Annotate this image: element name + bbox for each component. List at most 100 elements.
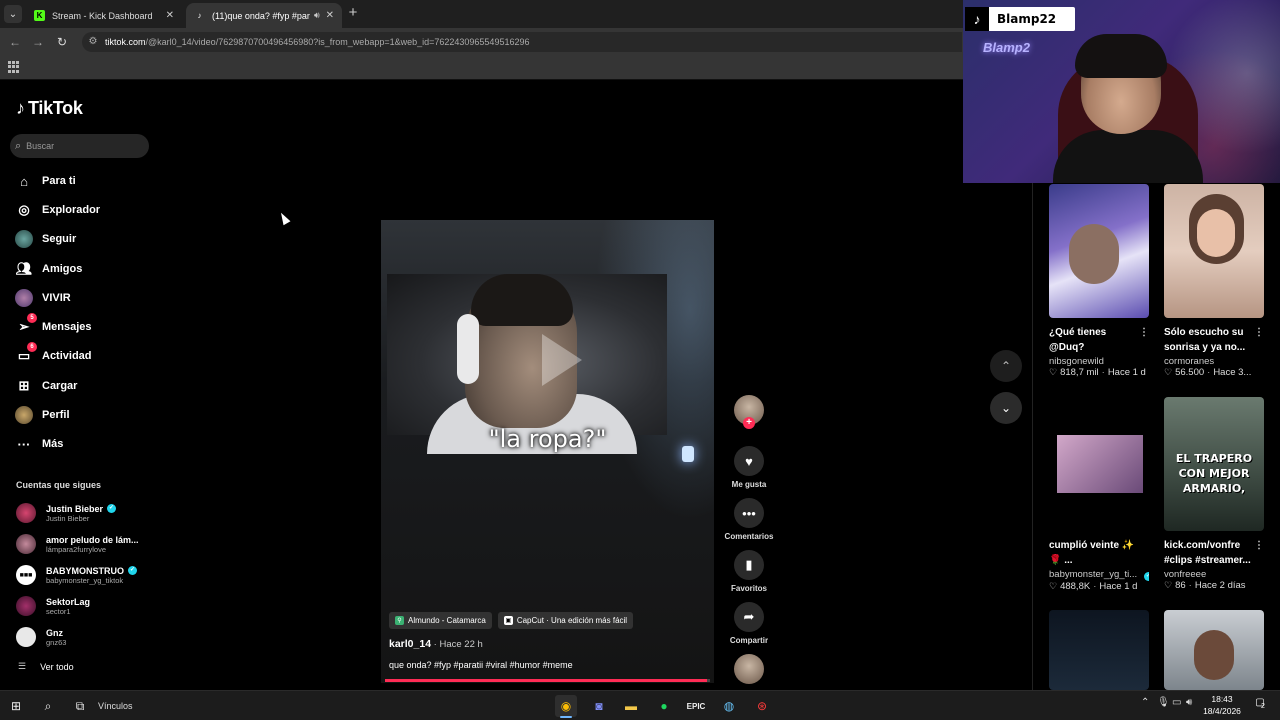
url-text[interactable]: tiktok.com/@karl0_14/video/7629870700496… <box>105 37 529 47</box>
taskbar-links-label[interactable]: Vínculos <box>98 701 133 711</box>
nav-profile[interactable]: Perfil <box>14 404 70 426</box>
follow-plus-icon[interactable]: + <box>743 417 755 429</box>
sound-disc-button[interactable] <box>720 654 778 684</box>
card-author[interactable]: cormoranes <box>1164 356 1264 367</box>
video-author[interactable]: karl0_14 · Hace 22 h <box>389 638 483 650</box>
recommended-video-card[interactable]: cumplió veinte ✨ 🌹 ... babymonster_yg_ti… <box>1049 397 1149 592</box>
discord-icon[interactable]: ◙ <box>588 695 610 717</box>
video-thumbnail[interactable] <box>1164 610 1264 690</box>
task-view-icon[interactable]: ⧉ <box>69 695 91 717</box>
video-thumbnail[interactable] <box>1049 610 1149 690</box>
video-player[interactable]: "la ropa?" ⚲ Almundo - Catamarca ▣ CapCu… <box>381 220 714 683</box>
account-name: Justin Bieber <box>46 503 104 514</box>
location-pill[interactable]: ⚲ Almundo - Catamarca <box>389 612 492 629</box>
play-icon[interactable] <box>542 334 582 386</box>
close-tab-icon[interactable]: ✕ <box>166 10 174 21</box>
nav-following[interactable]: Seguir <box>14 228 76 250</box>
volume-icon[interactable]: 🔊︎ <box>1186 697 1192 708</box>
bookmark-icon: ▮ <box>734 550 764 580</box>
activity-icon: ▭ 6 <box>14 342 37 366</box>
more-options-icon[interactable]: ⋮ <box>1254 538 1264 553</box>
tray-overflow-chevron-icon[interactable]: ⌃ <box>1141 697 1149 708</box>
search-icon[interactable]: ⌕ <box>37 695 59 717</box>
video-thumbnail[interactable] <box>1049 397 1149 531</box>
more-options-icon[interactable]: ⋮ <box>1139 325 1149 340</box>
site-settings-icon[interactable]: ⚙ <box>86 35 100 49</box>
profile-avatar-icon <box>15 406 33 424</box>
recommended-video-card[interactable]: ¿Qué tienes @Duq? ⋮ nibsgonewild ♡ 818,7 m… <box>1049 184 1149 378</box>
following-account[interactable]: SektorLag sector1 <box>16 596 90 616</box>
creator-avatar-button[interactable]: + <box>720 395 778 429</box>
tab-tiktok-video[interactable]: ♪ (11)que onda? #fyp #paratii 🔊︎ ✕ <box>186 3 342 28</box>
more-options-icon[interactable]: ⋮ <box>1254 325 1264 340</box>
search-box[interactable]: ⌕ <box>10 134 149 158</box>
recommended-video-card[interactable]: Sólo escucho su sonrisa y ya no... ⋮ corm… <box>1164 184 1264 378</box>
tab-kick-dashboard[interactable]: K Stream - Kick Dashboard ✕ <box>26 3 182 28</box>
reload-icon[interactable]: ↻ <box>53 33 71 51</box>
clock-time: 18:43 <box>1211 694 1233 704</box>
share-button[interactable]: ➦ Compartir <box>720 602 778 645</box>
nav-explore[interactable]: ◎ Explorador <box>14 199 100 221</box>
card-author[interactable]: vonfreeee <box>1164 569 1264 580</box>
tiktok-logo[interactable]: ♪ TikTok <box>16 98 83 119</box>
video-thumbnail[interactable] <box>1164 184 1264 318</box>
nav-live[interactable]: VIVIR <box>14 287 71 309</box>
nav-more[interactable]: ··· Más <box>14 433 64 455</box>
thumbnail-text: EL TRAPERO CON MEJOR ARMARIO, <box>1175 452 1253 495</box>
apps-grid-icon[interactable] <box>8 61 20 73</box>
next-video-button[interactable]: ⌄ <box>990 392 1022 424</box>
more-icon: ··· <box>17 436 31 452</box>
card-author[interactable]: nibsgonewild <box>1049 356 1149 367</box>
avatar <box>16 503 36 523</box>
location-label: Almundo - Catamarca <box>408 616 486 625</box>
nav-friends[interactable]: 👥︎ Amigos <box>14 258 83 280</box>
video-description[interactable]: que onda? #fyp #paratii #viral #humor #m… <box>389 660 573 670</box>
previous-video-button[interactable]: ⌃ <box>990 350 1022 382</box>
video-thumbnail[interactable] <box>1049 184 1149 318</box>
spotify-icon[interactable]: ● <box>653 695 675 717</box>
forward-arrow-icon[interactable]: → <box>29 33 47 51</box>
video-progress-bar[interactable] <box>385 679 710 682</box>
steam-icon[interactable]: ◍ <box>718 695 740 717</box>
windows-start-icon[interactable]: ⊞ <box>5 695 27 717</box>
nav-upload[interactable]: ⊞ Cargar <box>14 375 78 397</box>
comments-button[interactable]: ••• Comentarios <box>720 498 778 541</box>
card-author[interactable]: babymonster_yg_ti... ✓ <box>1049 569 1149 581</box>
home-icon: ⌂ <box>20 173 28 189</box>
network-icon[interactable]: ▭ <box>1172 697 1181 708</box>
notification-center-icon[interactable]: ▢ 2 <box>1252 697 1268 713</box>
nav-activity[interactable]: ▭ 6 Actividad <box>14 342 92 367</box>
search-icon: ⌕ <box>15 139 22 152</box>
card-title-text: cumplió veinte ✨ 🌹 ... <box>1049 540 1135 566</box>
speaker-icon[interactable]: 🔊︎ <box>314 10 320 21</box>
following-account[interactable]: Justin Bieber ✓ Justin Bieber <box>16 503 117 523</box>
epic-games-icon[interactable]: EPIC <box>685 695 707 717</box>
new-tab-button[interactable]: + <box>346 5 360 21</box>
recommended-video-card[interactable] <box>1049 610 1149 690</box>
chrome-icon[interactable]: ◉ <box>555 695 577 717</box>
see-all-button[interactable]: ☰ Ver todo <box>18 661 74 672</box>
close-tab-icon[interactable]: ✕ <box>326 10 334 21</box>
favorites-button[interactable]: ▮ Favoritos <box>720 550 778 593</box>
taskbar-clock[interactable]: 18:43 18/4/2026 <box>1196 693 1248 717</box>
video-thumbnail[interactable]: EL TRAPERO CON MEJOR ARMARIO, <box>1164 397 1264 531</box>
nav-for-you[interactable]: ⌂ Para ti <box>14 170 76 192</box>
tab-search-chevron-icon[interactable]: ⌄ <box>4 5 22 23</box>
file-explorer-icon[interactable]: ▬ <box>620 695 642 717</box>
obs-icon[interactable]: ⊛ <box>751 695 773 717</box>
microphone-icon[interactable]: 🎙︎ <box>1157 697 1170 708</box>
chevron-down-icon: ⌄ <box>1000 401 1012 415</box>
recommended-video-card[interactable]: EL TRAPERO CON MEJOR ARMARIO, kick.com/v… <box>1164 397 1264 591</box>
recommended-video-card[interactable] <box>1164 610 1264 690</box>
following-account[interactable]: Gnz gnz63 <box>16 627 66 647</box>
search-input[interactable] <box>26 141 137 151</box>
brand-name: TikTok <box>28 98 83 118</box>
see-all-label: Ver todo <box>40 661 74 672</box>
following-account[interactable]: amor peludo de lám... lámpara2furrylove <box>16 534 139 554</box>
following-account[interactable]: ■■■ BABYMONSTRUO ✓ babymonster_yg_tiktok <box>16 565 137 585</box>
capcut-pill[interactable]: ▣ CapCut · Una edición más fácil <box>497 612 634 629</box>
back-arrow-icon[interactable]: ← <box>6 33 24 51</box>
like-button[interactable]: ♥ Me gusta <box>720 446 778 489</box>
capcut-icon: ▣ <box>503 616 513 625</box>
nav-messages[interactable]: ➢ 5 Mensajes <box>14 313 92 338</box>
